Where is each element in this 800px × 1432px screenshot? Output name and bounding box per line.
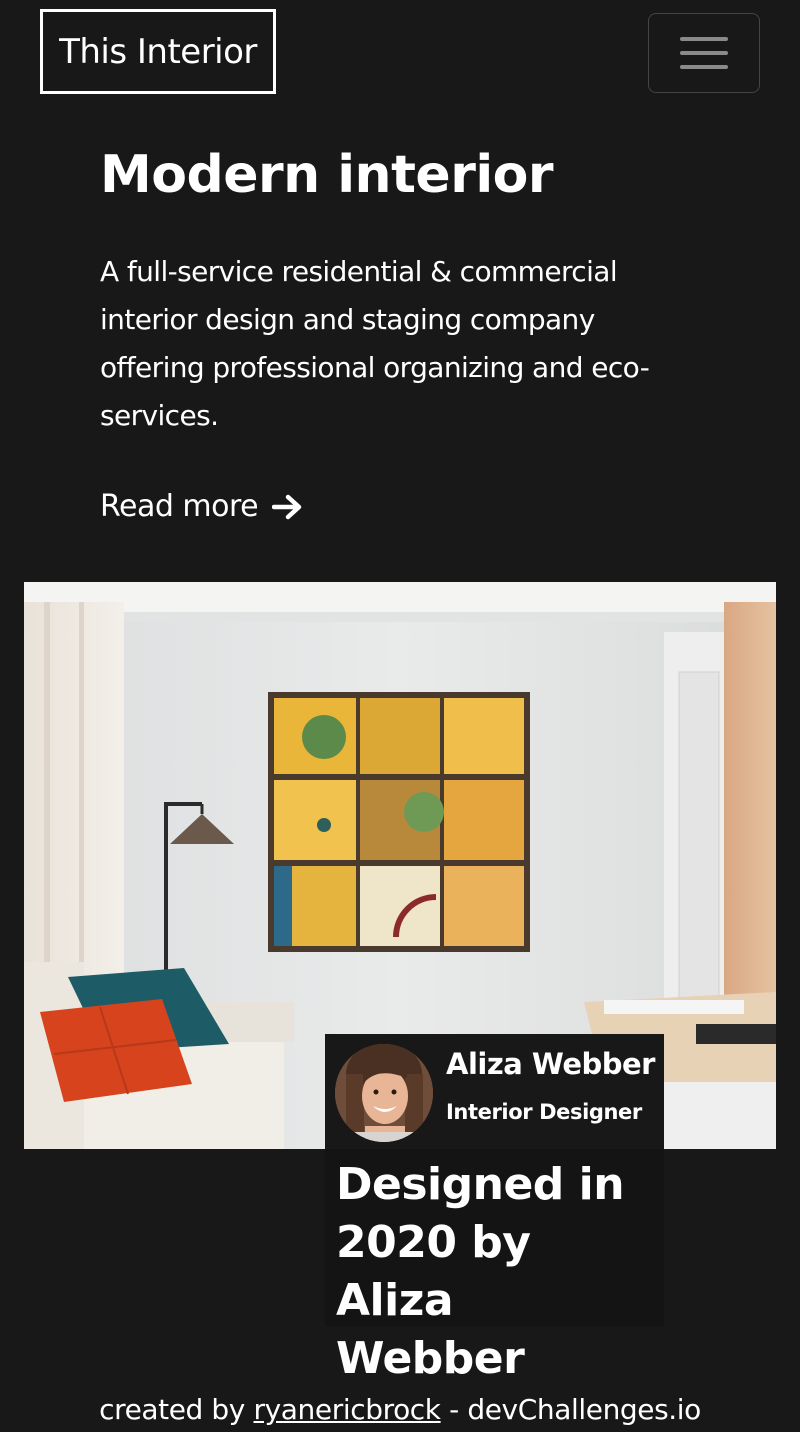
hero-description: A full-service residential & commercial … [100, 255, 650, 432]
navbar: This Interior [0, 0, 800, 110]
author-link[interactable]: ryanericbrock [254, 1393, 442, 1426]
avatar [335, 1044, 433, 1142]
footer: created by ryanericbrock - devChallenges… [0, 1388, 800, 1432]
footer-prefix: created by [99, 1393, 245, 1426]
design-caption: Designed in 2020 by Aliza Webber [325, 1149, 664, 1384]
designer-card: Aliza Webber Interior Designer [325, 1034, 664, 1149]
footer-site: devChallenges.io [467, 1393, 701, 1426]
designer-role: Interior Designer [446, 1100, 642, 1124]
hamburger-menu-icon [680, 37, 728, 41]
footer-separator: - [449, 1393, 459, 1426]
read-more-link[interactable]: Read more [100, 484, 304, 530]
menu-toggle-button[interactable] [648, 13, 760, 93]
designer-name: Aliza Webber [446, 1047, 655, 1081]
hamburger-menu-icon-bar [680, 51, 728, 55]
hero-title: Modern interior [100, 145, 554, 205]
hamburger-menu-icon-bar [680, 65, 728, 69]
read-more-label: Read more [100, 489, 259, 524]
arrow-right-icon [272, 494, 302, 520]
brand-logo[interactable]: This Interior [40, 9, 276, 94]
